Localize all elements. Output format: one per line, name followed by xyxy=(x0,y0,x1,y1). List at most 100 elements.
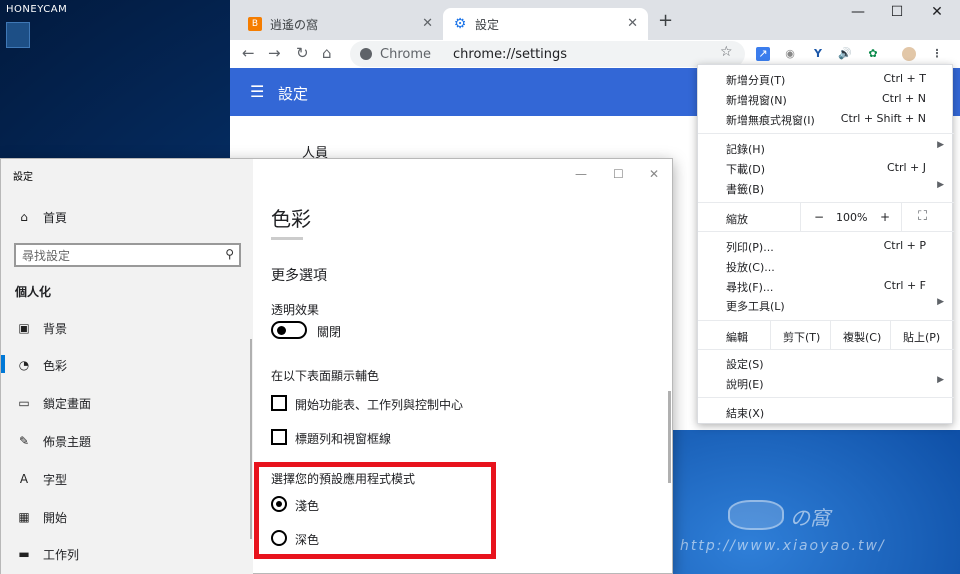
minimize-button[interactable]: — xyxy=(843,4,873,20)
close-button[interactable]: ✕ xyxy=(922,4,952,20)
sidebar-item-label: 工作列 xyxy=(43,547,80,562)
menu-shortcut: Ctrl + P xyxy=(883,239,926,252)
menu-history[interactable]: 記錄(H) ▶ xyxy=(698,138,954,158)
watermark-url: http://www.xiaoyao.tw/ xyxy=(680,538,886,554)
settings-sidebar: 設定 ⌂ 首頁 尋找設定 ⚲ 個人化 ▣ 背景 ◔ 色彩 ▭ 鎖定畫面 ✎ 佈景… xyxy=(1,159,253,574)
sidebar-item-label: 背景 xyxy=(43,321,68,336)
sidebar-item-label: 字型 xyxy=(43,472,68,487)
section-title: 個人化 xyxy=(15,285,52,299)
close-icon[interactable]: ✕ xyxy=(422,16,433,31)
menu-divider xyxy=(698,231,954,232)
paste-button[interactable]: 貼上(P) xyxy=(890,321,954,349)
scrollbar[interactable] xyxy=(250,339,252,539)
reload-icon[interactable]: ↻ xyxy=(296,44,309,62)
menu-find[interactable]: 尋找(F)... Ctrl + F xyxy=(698,276,954,296)
menu-exit[interactable]: 結束(X) xyxy=(698,402,954,422)
chevron-right-icon: ▶ xyxy=(937,140,944,150)
tab-title: 逍遙の窩 xyxy=(270,17,319,32)
sidebar-item-label: 色彩 xyxy=(43,358,68,373)
sidebar-item-taskbar[interactable]: ▬ 工作列 xyxy=(15,544,79,564)
copy-button[interactable]: 複製(C) xyxy=(830,321,890,349)
maximize-button[interactable]: ☐ xyxy=(882,4,912,20)
menu-settings[interactable]: 設定(S) xyxy=(698,353,954,373)
settings-header-title: 設定 xyxy=(278,85,309,103)
close-icon[interactable]: ✕ xyxy=(627,16,638,31)
font-icon: A xyxy=(19,472,29,486)
cut-button[interactable]: 剪下(T) xyxy=(770,321,830,349)
menu-label: 新增分頁(T) xyxy=(726,74,786,87)
transparency-label: 透明效果 xyxy=(271,303,320,317)
minimize-button[interactable]: — xyxy=(575,167,587,181)
menu-downloads[interactable]: 下載(D) Ctrl + J xyxy=(698,158,954,178)
omnibox[interactable]: Chrome chrome://settings xyxy=(350,41,745,67)
close-button[interactable]: ✕ xyxy=(649,167,659,181)
sidebar-item-label: 首頁 xyxy=(43,210,68,225)
menu-shortcut: Ctrl + J xyxy=(886,161,926,174)
forward-icon[interactable]: → xyxy=(268,44,281,62)
menu-new-window[interactable]: 新增視窗(N) Ctrl + N xyxy=(698,89,954,109)
accent-surfaces-label: 在以下表面顯示輔色 xyxy=(271,369,380,383)
home-icon[interactable]: ⌂ xyxy=(322,44,332,62)
titlebar-checkbox[interactable] xyxy=(271,429,287,445)
brush-icon: ✎ xyxy=(18,434,30,448)
toggle-state: 關閉 xyxy=(317,325,342,339)
speaker-icon[interactable]: 🔊 xyxy=(838,47,852,61)
new-tab-button[interactable]: + xyxy=(658,10,673,31)
desktop-icon[interactable] xyxy=(6,22,30,48)
menu-label: 列印(P)... xyxy=(726,241,774,254)
menu-bookmarks[interactable]: 書籤(B) ▶ xyxy=(698,178,954,198)
paste-label: 貼上(P) xyxy=(903,331,941,344)
star-icon[interactable]: ☆ xyxy=(720,44,733,60)
menu-edit-label: 編輯 xyxy=(726,331,748,344)
eye-icon[interactable]: ◉ xyxy=(783,47,797,61)
hamburger-icon[interactable]: ☰ xyxy=(250,82,264,101)
menu-more-tools[interactable]: 更多工具(L) ▶ xyxy=(698,295,954,315)
menu-print[interactable]: 列印(P)... Ctrl + P xyxy=(698,236,954,256)
menu-label: 書籤(B) xyxy=(726,183,765,196)
zoom-out-button[interactable]: − xyxy=(814,210,824,224)
chevron-right-icon: ▶ xyxy=(937,375,944,385)
sidebar-item-lock-screen[interactable]: ▭ 鎖定畫面 xyxy=(15,393,91,413)
back-icon[interactable]: ← xyxy=(242,44,255,62)
menu-label: 設定(S) xyxy=(726,358,764,371)
sidebar-item-themes[interactable]: ✎ 佈景主題 xyxy=(15,431,91,451)
sidebar-item-fonts[interactable]: A 字型 xyxy=(15,469,67,489)
settings-ext-icon[interactable]: ✿ xyxy=(866,47,880,61)
menu-divider xyxy=(698,349,954,350)
scrollbar[interactable] xyxy=(668,391,671,483)
menu-new-tab[interactable]: 新增分頁(T) Ctrl + T xyxy=(698,69,954,89)
palette-icon: ◔ xyxy=(18,358,30,372)
sidebar-item-colors[interactable]: ◔ 色彩 xyxy=(15,355,67,375)
windows-settings-window: 設定 ⌂ 首頁 尋找設定 ⚲ 個人化 ▣ 背景 ◔ 色彩 ▭ 鎖定畫面 ✎ 佈景… xyxy=(0,158,673,574)
gear-icon: ⚙ xyxy=(453,16,467,32)
toggle-knob xyxy=(277,326,286,335)
menu-incognito[interactable]: 新增無痕式視窗(I) Ctrl + Shift + N xyxy=(698,109,954,129)
sidebar-item-start[interactable]: ▦ 開始 xyxy=(15,507,67,527)
sidebar-item-home[interactable]: ⌂ 首頁 xyxy=(15,207,67,227)
fullscreen-icon[interactable]: ⛶ xyxy=(918,209,927,224)
start-taskbar-checkbox[interactable] xyxy=(271,395,287,411)
vpn-icon[interactable]: Y xyxy=(811,47,825,61)
menu-divider xyxy=(698,133,954,134)
window-title: 設定 xyxy=(13,172,33,183)
zoom-in-button[interactable]: + xyxy=(880,210,890,224)
menu-label: 下載(D) xyxy=(726,163,766,176)
tab-settings[interactable]: ⚙ 設定 ✕ xyxy=(443,8,648,40)
tab-xiaoyao[interactable]: B 逍遙の窩 ✕ xyxy=(238,8,443,40)
lock-screen-icon: ▭ xyxy=(18,396,30,410)
omnibox-chip: Chrome xyxy=(380,46,431,62)
taskbar-icon: ▬ xyxy=(18,547,30,561)
kebab-menu-icon[interactable]: ⋮ xyxy=(930,47,944,61)
transparency-toggle[interactable] xyxy=(271,321,307,339)
watermark-logo-text: の窩 xyxy=(790,506,830,530)
menu-cast[interactable]: 投放(C)... xyxy=(698,256,954,276)
search-input[interactable]: 尋找設定 ⚲ xyxy=(14,243,241,267)
menu-help[interactable]: 說明(E) ▶ xyxy=(698,373,954,393)
avatar[interactable] xyxy=(902,47,916,61)
menu-divider xyxy=(698,397,954,398)
copy-label: 複製(C) xyxy=(843,331,882,344)
maximize-button[interactable]: ☐ xyxy=(613,167,624,181)
sidebar-item-background[interactable]: ▣ 背景 xyxy=(15,318,67,338)
extension-icon[interactable]: ↗ xyxy=(756,47,770,61)
menu-zoom-label: 縮放 xyxy=(726,213,748,226)
